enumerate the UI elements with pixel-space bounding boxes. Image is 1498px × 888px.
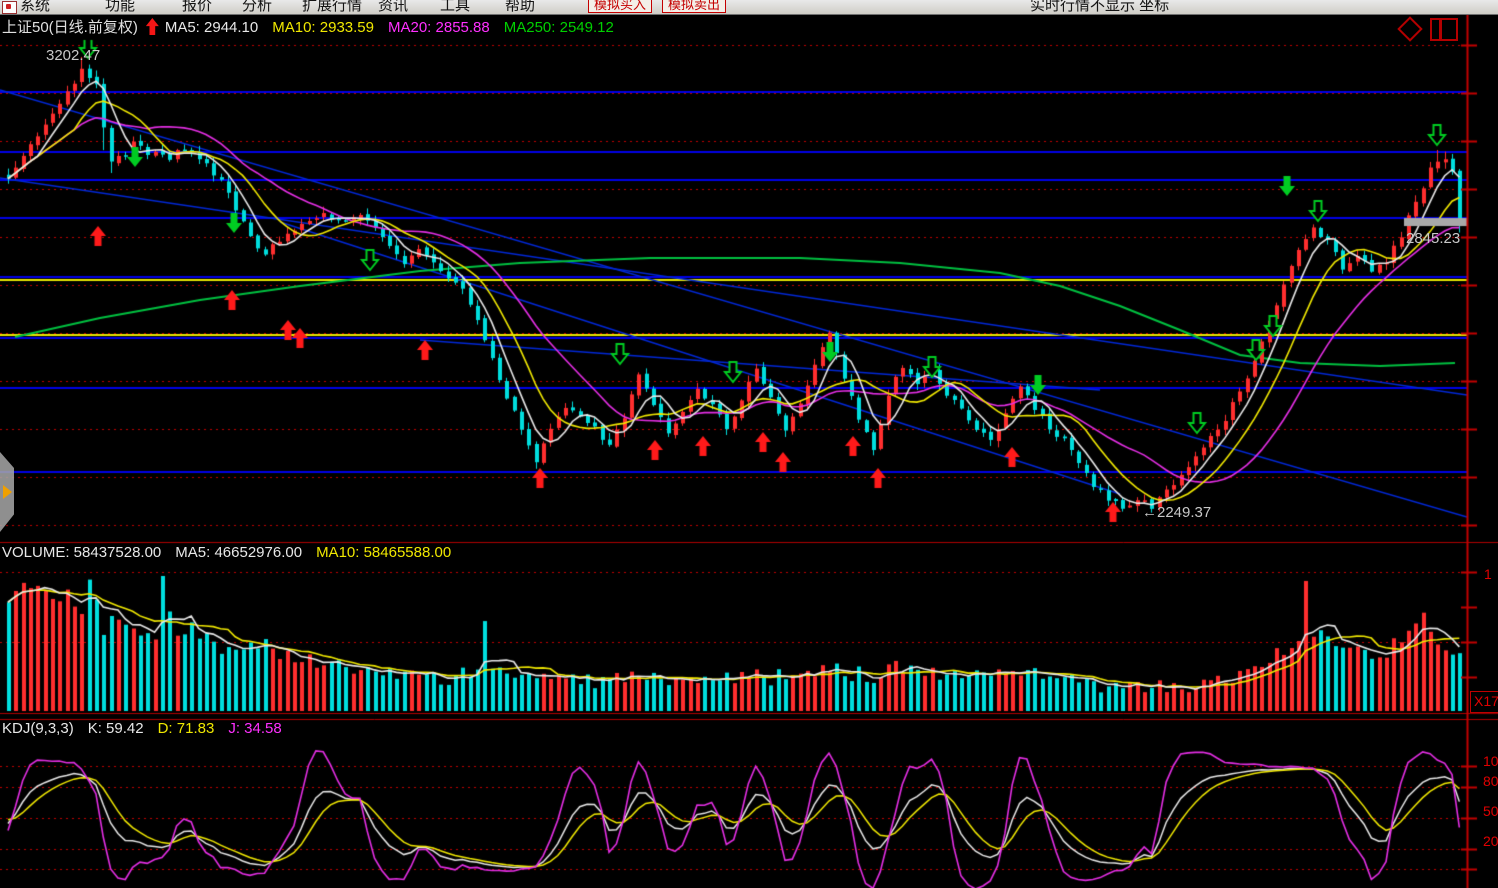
kdj-d-value: D: 71.83 xyxy=(158,720,215,737)
kdj-axis-label-2: 50 xyxy=(1483,803,1498,819)
expand-arrow-icon xyxy=(3,485,12,499)
volume-ma10-value: MA10: 58465588.00 xyxy=(316,544,451,561)
kdj-axis-label-1: 80 xyxy=(1483,773,1498,789)
kdj-k-value: K: 59.42 xyxy=(88,720,144,737)
menu-item-7[interactable]: 帮助 xyxy=(505,0,535,15)
low-price-label: ←2249.37 xyxy=(1142,504,1211,521)
menu-item-0[interactable]: 系统 xyxy=(20,0,50,15)
kdj-axis-label-3: 20 xyxy=(1483,833,1498,849)
volume-ma5-value: MA5: 46652976.00 xyxy=(175,544,302,561)
menu-bar: 系统 功能 报价 分析 扩展行情 资讯 工具 帮助 模拟买入 模拟卖出 实时行情不显示 坐标 xyxy=(0,0,1498,15)
up-arrow-icon xyxy=(146,18,159,35)
menu-right-label: 实时行情不显示 坐标 xyxy=(1030,0,1169,15)
symbol-title: 上证50(日线.前复权) xyxy=(2,19,138,36)
app-logo-icon[interactable] xyxy=(2,1,17,14)
kdj-name: KDJ(9,3,3) xyxy=(2,720,74,737)
kdj-j-value: J: 34.58 xyxy=(228,720,281,737)
ma5-value: MA5: 2944.10 xyxy=(165,19,258,36)
volume-pane-header: VOLUME: 58437528.00 MA5: 46652976.00 MA10:… xyxy=(2,544,465,561)
last-price-label: 2845.23 xyxy=(1406,230,1460,247)
menu-item-4[interactable]: 扩展行情 xyxy=(302,0,362,15)
ma20-value: MA20: 2855.88 xyxy=(388,19,490,36)
sim-buy-button[interactable]: 模拟买入 xyxy=(588,0,652,13)
menu-item-5[interactable]: 资讯 xyxy=(378,0,408,15)
menu-item-6[interactable]: 工具 xyxy=(440,0,470,15)
menu-item-3[interactable]: 分析 xyxy=(242,0,272,15)
ma10-value: MA10: 2933.59 xyxy=(272,19,374,36)
menu-item-2[interactable]: 报价 xyxy=(182,0,212,15)
volume-scale-badge: X17 xyxy=(1470,691,1498,713)
ma250-value: MA250: 2549.12 xyxy=(504,19,614,36)
high-price-label: 3202.47 xyxy=(46,47,100,64)
trading-app-window: { "menubar": { "items": [ {"x": 20, "lab… xyxy=(0,0,1498,888)
split-window-icon[interactable] xyxy=(1430,18,1458,41)
main-pane-header: 上证50(日线.前复权) MA5: 2944.10 MA10: 2933.59 MA2… xyxy=(2,16,628,37)
volume-axis-label: 1 xyxy=(1484,566,1492,582)
volume-value: VOLUME: 58437528.00 xyxy=(2,544,161,561)
chart-canvas[interactable] xyxy=(0,0,1498,888)
menu-item-1[interactable]: 功能 xyxy=(105,0,135,15)
sim-sell-button[interactable]: 模拟卖出 xyxy=(662,0,726,13)
kdj-pane-header: KDJ(9,3,3) K: 59.42 D: 71.83 J: 34.58 xyxy=(2,720,296,737)
kdj-axis-label-0: 100 xyxy=(1483,753,1498,769)
